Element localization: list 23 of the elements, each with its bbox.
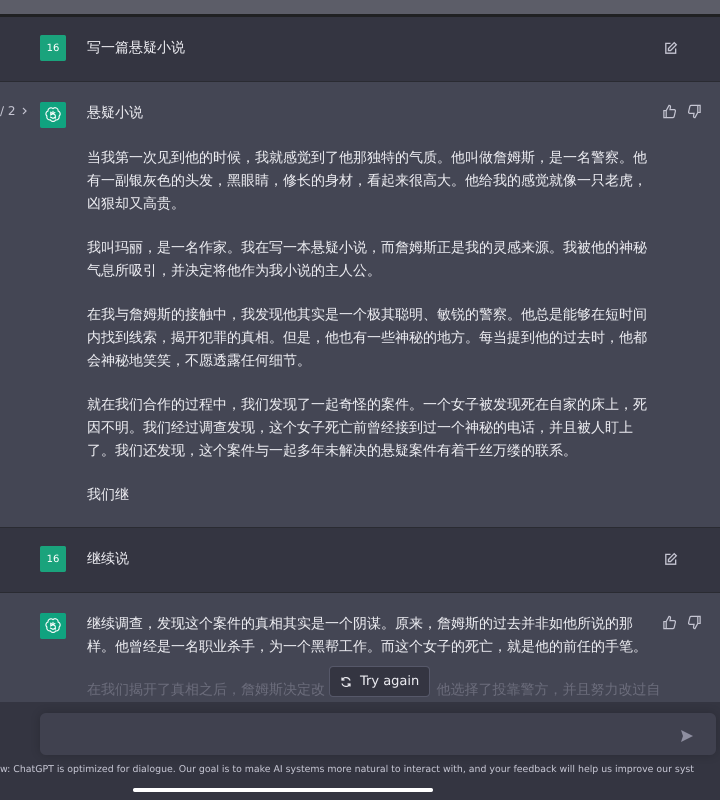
message-input[interactable]	[40, 713, 716, 755]
user-avatar: 16	[40, 546, 66, 572]
refresh-icon	[340, 676, 352, 688]
reply-paragraph: 我叫玛丽，是一名作家。我在写一本悬疑小说，而詹姆斯正是我的灵感来源。我被他的神秘气息所吸引，并决定将他作为我小说的主人公。	[87, 239, 648, 281]
thumbs-down-icon[interactable]	[687, 615, 702, 630]
thumbs-up-icon[interactable]	[662, 104, 677, 119]
reply-paragraph: 就在我们合作的过程中，我们发现了一起奇怪的案件。一个女子被发现死在自家的床上，死因不明。我们经过调查发现，这个女子死亡前曾经接到过一个神秘的电话，并且被人盯上了。我们还发现，这个案件与一起多年未解决的悬疑案件有着千丝万缕的联系。	[87, 396, 648, 461]
edit-icon[interactable]	[663, 552, 678, 567]
reply-paragraph: 当我第一次见到他的时候，我就感觉到了他那独特的气质。他叫做詹姆斯，是一名警察。他有一副银灰色的头发，黑眼睛，修长的身材，看起来很高大。他给我的感觉就像一只老虎，凶狠却又高贵。	[87, 149, 648, 214]
reply-paragraph: 继续调查，发现这个案件的真相其实是一个阴谋。原来，詹姆斯的过去并非如他所说的那样。他曾经是一名职业杀手，为一个黑帮工作。而这个女子的死亡，就是他的前任的手笔。	[87, 615, 648, 657]
edit-icon[interactable]	[663, 41, 678, 56]
send-icon[interactable]	[680, 729, 694, 743]
thumbs-up-icon[interactable]	[662, 615, 677, 630]
thumbs-down-icon[interactable]	[687, 104, 702, 119]
page-counter: / 2	[0, 104, 16, 118]
reply-paragraph: 我们继	[87, 486, 130, 505]
disclaimer-text: w: ChatGPT is optimized for dialogue. Our goal is to make AI systems more natural to interact with, and your feedback will help us improve our syst	[0, 764, 694, 775]
reply-paragraph: 在我与詹姆斯的接触中，我发现他其实是一个极其聪明、敏锐的警察。他总是能够在短时间内找到线索，揭开犯罪的真相。但是，他也有一些神秘的地方。每当提到他的过去时，他都会神秘地笑笑，不愿透露任何细节。	[87, 306, 648, 371]
try-again-button[interactable]: Try again	[329, 666, 430, 697]
reply-title: 悬疑小说	[87, 104, 144, 123]
user-message: 写一篇悬疑小说	[87, 39, 186, 58]
user-message: 继续说	[87, 550, 130, 569]
user-avatar: 16	[40, 35, 66, 61]
